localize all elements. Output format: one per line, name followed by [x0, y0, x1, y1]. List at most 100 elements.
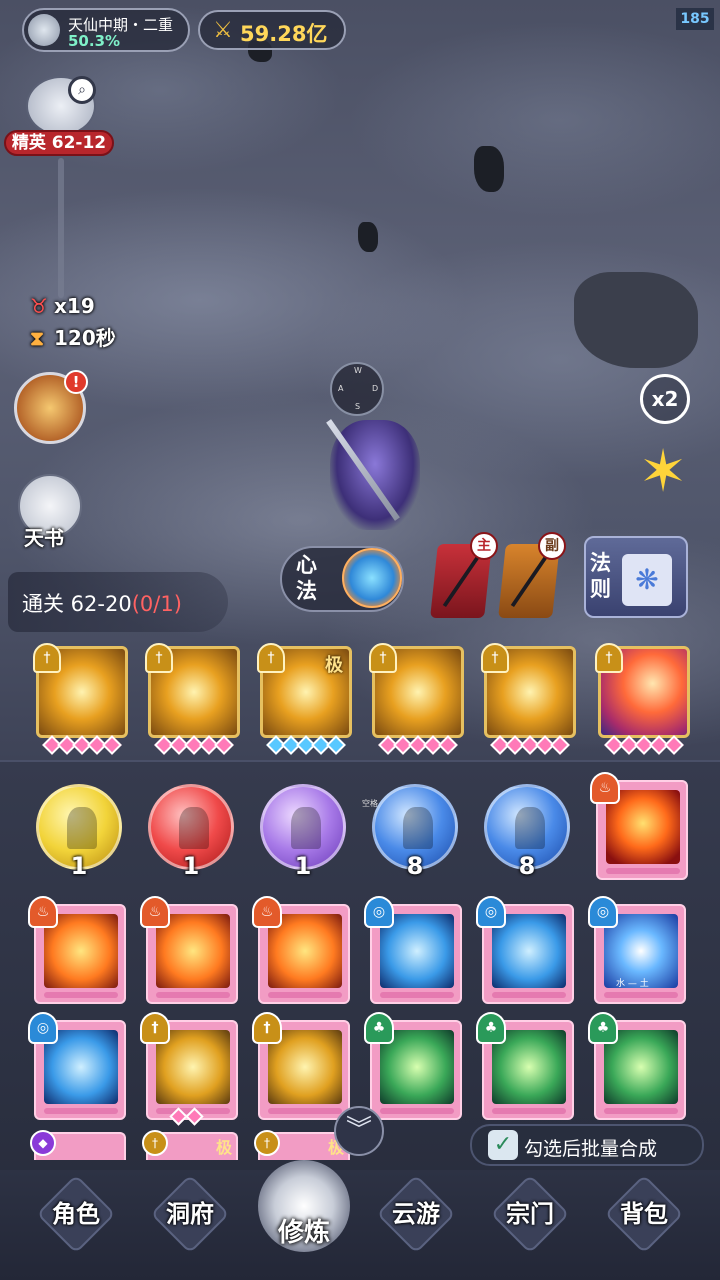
sword-element-icon: †	[142, 1130, 168, 1156]
nav-label: 云游	[392, 1200, 440, 1228]
skill-card[interactable]: ♨	[140, 896, 238, 1004]
skill-card[interactable]: ♨	[28, 896, 126, 1004]
sword-icon	[442, 553, 482, 607]
nav-cave[interactable]: 洞府	[142, 1174, 238, 1254]
nav-label: 宗门	[506, 1200, 554, 1228]
silhouette-icon	[291, 807, 321, 849]
search-icon: ⌕	[68, 76, 96, 104]
skill-card[interactable]: ◆	[30, 1130, 126, 1160]
nav-label: 修炼	[277, 1218, 330, 1248]
nav-label: 角色	[52, 1200, 100, 1228]
nav-bag[interactable]: 背包	[596, 1174, 692, 1254]
star-gems	[169, 1107, 204, 1126]
star-icon[interactable]: ✶	[632, 440, 694, 502]
wood-element-icon: ♣	[588, 1012, 618, 1044]
skill-card[interactable]: † 极	[142, 1130, 238, 1160]
skill-card[interactable]: ♣	[588, 1012, 686, 1120]
fire-element-icon: ♨	[140, 896, 170, 928]
skill-card[interactable]: ♣	[364, 1012, 462, 1120]
floating-rock	[358, 222, 378, 252]
skill-card[interactable]: ◎	[476, 896, 574, 1004]
fps-counter: 185	[676, 8, 714, 30]
silhouette-icon	[179, 807, 209, 849]
joystick-w: A	[338, 384, 344, 393]
nav-travel[interactable]: 云游	[368, 1174, 464, 1254]
skill-card[interactable]: ◎	[364, 896, 462, 1004]
skill-card[interactable]: ◎	[28, 1012, 126, 1120]
skill-card[interactable]: †	[140, 1012, 238, 1120]
sword-element-icon: †	[254, 1130, 280, 1156]
silhouette-icon	[67, 807, 97, 849]
skill-card[interactable]: †	[252, 1012, 350, 1120]
star-gems	[258, 735, 354, 756]
skill-card[interactable]: ♨	[252, 896, 350, 1004]
silhouette-icon	[403, 807, 433, 849]
sword-element-icon: †	[140, 1012, 170, 1044]
star-gems	[370, 735, 466, 756]
nav-label: 洞府	[166, 1200, 214, 1228]
star-gems	[596, 735, 692, 756]
snowflake-icon: ❋	[622, 554, 672, 606]
equipped-skill[interactable]: †	[145, 643, 240, 738]
direction-joystick[interactable]: W A D S	[330, 362, 384, 416]
quest-label: 通关 62-20	[22, 592, 132, 616]
batch-label: 勾选后批量合成	[524, 1138, 658, 1160]
combat-power[interactable]: ⚔ 59.28亿	[198, 10, 346, 50]
skill-card[interactable]: ♣	[476, 1012, 574, 1120]
realm-progress: 50.3%	[68, 32, 121, 50]
card-strip	[44, 992, 118, 998]
orb-count: 8	[518, 852, 536, 880]
equipped-skill[interactable]: †	[481, 643, 576, 738]
kill-count-value: x19	[54, 294, 95, 318]
water-element-icon: ◎	[364, 896, 394, 928]
skill-card[interactable]: 水 — 土 ◎	[588, 896, 686, 1004]
silhouette-icon	[515, 807, 545, 849]
orb-tag: 空格	[362, 799, 378, 808]
nav-role[interactable]: 角色	[28, 1174, 124, 1254]
wood-element-icon: ♣	[476, 1012, 506, 1044]
fire-element-icon: ♨	[590, 772, 620, 804]
realm-status[interactable]: 天仙中期・二重 50.3%	[22, 8, 190, 52]
sword-badge-icon: †	[595, 643, 623, 673]
speed-toggle-button[interactable]: x2	[640, 374, 690, 424]
power-value: 59.28亿	[240, 22, 328, 46]
water-element-icon: ◎	[476, 896, 506, 928]
hourglass-icon: ⧗	[30, 326, 45, 350]
floating-rock	[474, 146, 504, 192]
quest-text: 通关 62-20(0/1)	[22, 588, 182, 618]
alert-badge: !	[64, 370, 88, 394]
joystick-e: D	[372, 384, 379, 393]
card-elements: 水 — 土	[616, 979, 649, 989]
orb-count: 1	[294, 852, 312, 880]
tianshu-label: 天书	[24, 526, 64, 550]
card-strip	[268, 1108, 342, 1114]
orb-count: 8	[406, 852, 424, 880]
orb-count: 1	[70, 852, 88, 880]
sub-weapon-badge: 副	[538, 532, 566, 560]
star-gems	[34, 735, 130, 756]
batch-checkbox[interactable]: ✓	[488, 1130, 518, 1160]
avatar	[28, 14, 60, 46]
equipped-skill[interactable]: †	[595, 643, 690, 738]
water-element-icon: ◎	[588, 896, 618, 928]
nav-sect[interactable]: 宗门	[482, 1174, 578, 1254]
chevron-down-icon[interactable]: ︾	[334, 1106, 384, 1156]
stage-progress-line	[58, 158, 64, 298]
equipped-skill[interactable]: † 极	[257, 643, 352, 738]
equipped-skill[interactable]: †	[369, 643, 464, 738]
sword-element-icon: †	[252, 1012, 282, 1044]
card-strip	[604, 992, 678, 998]
card-strip	[380, 992, 454, 998]
sword-badge-icon: †	[481, 643, 509, 673]
quest-progress: (0/1)	[131, 592, 182, 616]
floating-rock	[574, 272, 698, 368]
blade-icon	[510, 553, 550, 607]
skill-card-phoenix[interactable]: ♨	[590, 772, 688, 880]
card-strip	[492, 1108, 566, 1114]
map-button[interactable]: ⌕	[26, 76, 96, 136]
equipped-skill[interactable]: †	[33, 643, 128, 738]
purple-element-icon: ◆	[30, 1130, 56, 1156]
star-gems	[146, 735, 242, 756]
fire-element-icon: ♨	[28, 896, 58, 928]
fa-ze-label: 法则	[590, 551, 611, 601]
